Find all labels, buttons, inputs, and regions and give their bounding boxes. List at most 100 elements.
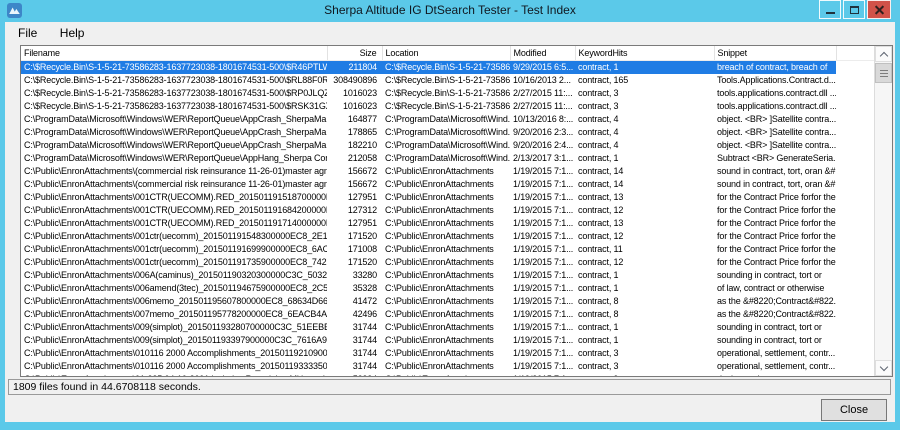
titlebar[interactable]: Sherpa Altitude IG DtSearch Tester - Tes…	[0, 0, 900, 22]
row-filler	[836, 282, 874, 295]
table-cell: 33280	[327, 269, 382, 282]
table-row[interactable]: C:\ProgramData\Microsoft\Windows\WER\Rep…	[21, 113, 874, 126]
table-cell: 1/19/2015 7:1...	[510, 269, 575, 282]
row-filler	[836, 139, 874, 152]
table-row[interactable]: C:\ProgramData\Microsoft\Windows\WER\Rep…	[21, 152, 874, 165]
table-cell: object. <BR> ]Satellite contra...	[714, 113, 836, 126]
table-cell: C:\$Recycle.Bin\S-1-5-21-735862...	[382, 60, 510, 74]
table-row[interactable]: C:\Public\EnronAttachments\001CTR(UECOMM…	[21, 217, 874, 230]
minimize-button[interactable]	[819, 0, 841, 19]
table-cell: C:\Public\EnronAttachments	[382, 243, 510, 256]
table-row[interactable]: C:\ProgramData\Microsoft\Windows\WER\Rep…	[21, 126, 874, 139]
table-cell: contract, 12	[575, 204, 714, 217]
table-cell: C:\Public\EnronAttachments\009(simplot)_…	[21, 321, 327, 334]
table-cell: for the Contract Price forfor the...	[714, 204, 836, 217]
table-cell: C:\Public\EnronAttachments\006amend(3tec…	[21, 282, 327, 295]
row-filler	[836, 373, 874, 377]
table-cell: 2/27/2015 11:...	[510, 100, 575, 113]
table-cell: C:\Public\EnronAttachments\001ctr(uecomm…	[21, 256, 327, 269]
table-row[interactable]: C:\Public\EnronAttachments\006amend(3tec…	[21, 282, 874, 295]
table-cell: tools.applications.contract.dll ...	[714, 100, 836, 113]
maximize-button[interactable]	[843, 0, 865, 19]
table-cell: 308490896	[327, 74, 382, 87]
row-filler	[836, 217, 874, 230]
table-cell: 212058	[327, 152, 382, 165]
table-cell: C:\$Recycle.Bin\S-1-5-21-735862...	[382, 74, 510, 87]
table-row[interactable]: C:\ProgramData\Microsoft\Windows\WER\Rep…	[21, 139, 874, 152]
table-cell: sounding in contract, tort or	[714, 334, 836, 347]
table-row[interactable]: C:\Public\EnronAttachments\007memo_20150…	[21, 308, 874, 321]
column-header-size[interactable]: Size	[327, 46, 382, 60]
table-cell: C:\ProgramData\Microsoft\Wind...	[382, 113, 510, 126]
row-filler	[836, 204, 874, 217]
table-cell: 127951	[327, 191, 382, 204]
table-cell: C:\Public\EnronAttachments	[382, 269, 510, 282]
table-row[interactable]: C:\Public\EnronAttachments\(commercial r…	[21, 178, 874, 191]
table-cell: C:\Public\EnronAttachments	[382, 191, 510, 204]
scrollbar-up-button[interactable]	[875, 46, 892, 62]
table-cell: contract, 165	[575, 74, 714, 87]
table-row[interactable]: C:\Public\EnronAttachments\001CTR(UECOMM…	[21, 204, 874, 217]
scrollbar-thumb[interactable]	[875, 63, 892, 83]
table-row[interactable]: C:\Public\EnronAttachments\006memo_20150…	[21, 295, 874, 308]
row-filler	[836, 347, 874, 360]
table-cell: C:\Public\EnronAttachments\010116 2000 A…	[21, 347, 327, 360]
table-row[interactable]: C:\$Recycle.Bin\S-1-5-21-73586283-163772…	[21, 100, 874, 113]
table-row[interactable]: C:\Public\EnronAttachments\001CTR(UECOMM…	[21, 191, 874, 204]
column-header-snippet[interactable]: Snippet	[714, 46, 836, 60]
row-filler	[836, 113, 874, 126]
table-cell: C:\Public\EnronAttachments\001ctr(uecomm…	[21, 230, 327, 243]
table-cell: 1/19/2015 7:1...	[510, 308, 575, 321]
table-row[interactable]: C:\$Recycle.Bin\S-1-5-21-73586283-163772…	[21, 74, 874, 87]
table-cell: 1/19/2015 7:1...	[510, 243, 575, 256]
table-row[interactable]: C:\Public\EnronAttachments\01-235 04-10-…	[21, 373, 874, 377]
table-cell: C:\Public\EnronAttachments	[382, 178, 510, 191]
table-row[interactable]: C:\Public\EnronAttachments\009(simplot)_…	[21, 334, 874, 347]
table-row[interactable]: C:\Public\EnronAttachments\010116 2000 A…	[21, 347, 874, 360]
row-filler	[836, 360, 874, 373]
table-cell: 35328	[327, 282, 382, 295]
column-header-filename[interactable]: Filename	[21, 46, 327, 60]
table-row[interactable]: C:\Public\EnronAttachments\001ctr(uecomm…	[21, 256, 874, 269]
table-cell: contract, 1	[575, 152, 714, 165]
table-cell: C:\Public\EnronAttachments	[382, 373, 510, 377]
column-header-location[interactable]: Location	[382, 46, 510, 60]
vertical-scrollbar[interactable]	[874, 46, 892, 376]
table-cell: C:\Public\EnronAttachments	[382, 204, 510, 217]
table-row[interactable]: C:\$Recycle.Bin\S-1-5-21-73586283-163772…	[21, 60, 874, 74]
table-cell: C:\Public\EnronAttachments	[382, 308, 510, 321]
scrollbar-down-button[interactable]	[875, 360, 892, 376]
table-cell: for the Contract Price forfor the...	[714, 230, 836, 243]
table-cell: 171520	[327, 256, 382, 269]
table-cell: 31744	[327, 347, 382, 360]
row-filler	[836, 87, 874, 100]
table-row[interactable]: C:\Public\EnronAttachments\(commercial r…	[21, 165, 874, 178]
menu-file[interactable]: File	[9, 22, 46, 43]
column-header-keywordhits[interactable]: KeywordHits	[575, 46, 714, 60]
table-row[interactable]: C:\Public\EnronAttachments\001ctr(uecomm…	[21, 243, 874, 256]
table-cell: C:\Public\EnronAttachments	[382, 360, 510, 373]
column-header-modified[interactable]: Modified	[510, 46, 575, 60]
table-cell: contract, 8	[575, 308, 714, 321]
table-cell: for the Contract Price forfor the...	[714, 256, 836, 269]
close-window-button[interactable]	[867, 0, 891, 19]
row-filler	[836, 243, 874, 256]
table-cell: C:\Public\EnronAttachments	[382, 165, 510, 178]
menu-help[interactable]: Help	[51, 22, 94, 43]
table-cell: sounding in contract, tort or	[714, 321, 836, 334]
row-filler	[836, 230, 874, 243]
row-filler	[836, 295, 874, 308]
table-row[interactable]: C:\Public\EnronAttachments\001ctr(uecomm…	[21, 230, 874, 243]
scrollbar-grip-icon	[880, 73, 888, 74]
status-bar: 1809 files found in 44.6708118 seconds.	[8, 379, 891, 395]
table-row[interactable]: C:\Public\EnronAttachments\010116 2000 A…	[21, 360, 874, 373]
table-cell: contract, 1	[575, 282, 714, 295]
close-button[interactable]: Close	[821, 399, 887, 421]
row-filler	[836, 334, 874, 347]
table-row[interactable]: C:\$Recycle.Bin\S-1-5-21-73586283-163772…	[21, 87, 874, 100]
table-cell: 171520	[327, 230, 382, 243]
table-row[interactable]: C:\Public\EnronAttachments\009(simplot)_…	[21, 321, 874, 334]
table-row[interactable]: C:\Public\EnronAttachments\006A(caminus)…	[21, 269, 874, 282]
table-cell: 42496	[327, 308, 382, 321]
table-cell: 31744	[327, 321, 382, 334]
